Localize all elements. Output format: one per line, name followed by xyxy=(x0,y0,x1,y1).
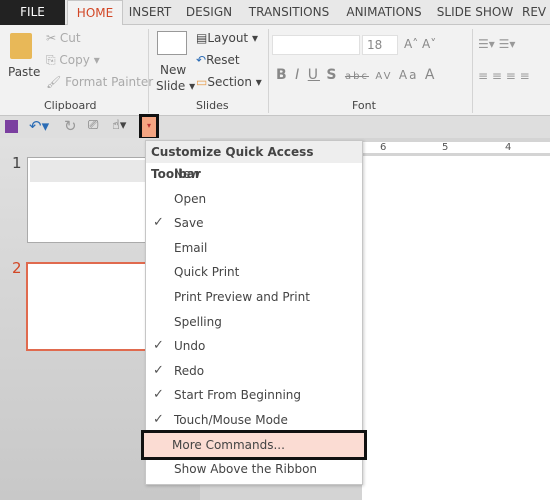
change-case-button[interactable]: Aa xyxy=(399,68,419,82)
thumbnail-preview xyxy=(30,160,145,182)
align-icons[interactable]: ≡ ≡ ≡ ≡ xyxy=(478,69,530,83)
menu-item-label: Redo xyxy=(174,363,205,378)
new-slide-icon xyxy=(157,31,187,55)
menu-item-label: Save xyxy=(174,216,204,231)
menu-title: Customize Quick Access Toolbar xyxy=(146,141,362,181)
save-icon[interactable] xyxy=(5,120,18,133)
redo-icon[interactable]: ↻ xyxy=(64,117,77,135)
menu-item-spelling[interactable]: Spelling xyxy=(146,310,362,334)
copy-button[interactable]: ⎘ Copy ▾ xyxy=(46,53,100,68)
ruler-tick: 4 xyxy=(505,142,512,153)
customize-qat-button[interactable]: ▾ xyxy=(139,114,159,140)
menu-item-label: Print Preview and Print xyxy=(174,290,310,304)
strikethrough-button[interactable]: abc xyxy=(345,71,369,82)
checkmark-icon: ✓ xyxy=(153,387,164,403)
slides-group-label: Slides xyxy=(196,99,229,112)
divider xyxy=(268,29,269,113)
touch-mode-icon[interactable]: ☝▾ xyxy=(112,118,126,133)
menu-item-label: New xyxy=(174,167,201,181)
divider xyxy=(472,29,473,113)
menu-item-label: Undo xyxy=(174,339,206,354)
slide-number: 1 xyxy=(12,154,22,172)
ribbon: Paste ✂ Cut ⎘ Copy ▾ 🖌 Format Painter Cl… xyxy=(0,25,550,116)
menu-item-label: Spelling xyxy=(174,314,222,329)
checkmark-icon: ✓ xyxy=(153,362,164,378)
tab-transitions[interactable]: TRANSITIONS xyxy=(243,0,335,25)
menu-item-quick-print[interactable]: Quick Print xyxy=(146,260,362,284)
cut-button[interactable]: ✂ Cut xyxy=(46,31,81,45)
section-icon: ▭ xyxy=(196,75,208,89)
customize-qat-menu: Customize Quick Access Toolbar New Open ✓ S… xyxy=(141,140,367,485)
menu-item-label: Show Above the Ribbon xyxy=(174,462,318,477)
menu-item-label: Touch/Mouse Mode xyxy=(174,413,288,427)
tab-review[interactable]: REV xyxy=(522,0,550,25)
horizontal-ruler: 6 5 4 xyxy=(362,142,550,153)
scissors-icon: ✂ xyxy=(46,31,60,45)
menu-item-start-from-beginning[interactable]: ✓ Start From Beginning xyxy=(146,383,362,407)
brush-icon: 🖌 xyxy=(46,75,66,89)
slide-thumbnail-2[interactable] xyxy=(26,262,156,351)
ruler-tick: 6 xyxy=(380,142,387,153)
bold-button[interactable]: B xyxy=(276,67,289,83)
quick-access-toolbar: ↶▾ ↻ ⎚ ☝▾ ▾ xyxy=(0,114,550,140)
divider xyxy=(148,29,149,113)
tab-animations[interactable]: ANIMATIONS xyxy=(340,0,428,25)
start-from-beginning-icon[interactable]: ⎚ xyxy=(88,118,98,133)
tab-file[interactable]: FILE xyxy=(0,0,65,25)
menu-item-touch-mouse-mode[interactable]: ✓ Touch/Mouse Mode xyxy=(146,408,362,432)
slide-canvas[interactable] xyxy=(362,156,550,500)
paste-icon xyxy=(10,33,32,59)
new-slide-button[interactable]: Slide ▾ xyxy=(156,79,195,93)
menu-item-label: Start From Beginning xyxy=(174,388,302,403)
tab-insert[interactable]: INSERT xyxy=(125,0,175,25)
tab-home[interactable]: HOME xyxy=(67,0,123,26)
reset-icon: ↶ xyxy=(196,53,207,67)
paste-button[interactable]: Paste xyxy=(8,65,40,79)
checkmark-icon: ✓ xyxy=(153,215,164,231)
menu-item-save[interactable]: ✓ Save xyxy=(146,211,362,235)
menu-item-show-above-the-ribbon[interactable]: Show Above the Ribbon xyxy=(146,457,362,481)
menu-item-redo[interactable]: ✓ Redo xyxy=(146,359,362,383)
font-size-input[interactable]: 18 xyxy=(362,35,398,55)
shadow-button[interactable]: S xyxy=(326,67,338,83)
font-group-label: Font xyxy=(352,99,376,112)
checkmark-icon: ✓ xyxy=(153,338,164,354)
bullets-icon[interactable]: ☰▾ ☰▾ xyxy=(478,37,515,51)
menu-item-more-commands[interactable]: More Commands... xyxy=(141,429,367,460)
underline-button[interactable]: U xyxy=(308,67,320,83)
slide-thumbnail-1[interactable] xyxy=(27,157,157,243)
checkmark-icon: ✓ xyxy=(153,412,164,427)
layout-icon: ▤ xyxy=(196,31,208,45)
copy-icon: ⎘ xyxy=(46,53,60,67)
ruler-tick: 5 xyxy=(442,142,449,153)
format-painter-button[interactable]: 🖌 Format Painter xyxy=(46,75,153,89)
slide-number: 2 xyxy=(12,259,22,277)
menu-item-email[interactable]: Email xyxy=(146,236,362,260)
grow-font-icon[interactable]: A˄ A˅ xyxy=(404,37,436,51)
tab-slide-show[interactable]: SLIDE SHOW xyxy=(434,0,516,25)
clipboard-group-label: Clipboard xyxy=(44,99,97,112)
menu-item-print-preview-and-print[interactable]: Print Preview and Print xyxy=(146,285,362,309)
spacing-button[interactable]: AV xyxy=(375,71,392,82)
menu-item-label: Email xyxy=(174,240,208,255)
new-slide-label[interactable]: New xyxy=(160,63,186,77)
section-button[interactable]: ▭Section ▾ xyxy=(196,75,262,89)
font-name-input[interactable] xyxy=(272,35,360,55)
menu-item-undo[interactable]: ✓ Undo xyxy=(146,334,362,358)
italic-button[interactable]: I xyxy=(295,67,301,83)
undo-icon[interactable]: ↶▾ xyxy=(29,117,49,135)
menu-item-label: More Commands... xyxy=(172,437,285,452)
layout-button[interactable]: ▤Layout ▾ xyxy=(196,31,258,45)
menu-item-label: Quick Print xyxy=(174,265,240,280)
menu-item-label: Open xyxy=(174,191,207,206)
ribbon-tabs: FILE HOME INSERT DESIGN TRANSITIONS ANIM… xyxy=(0,0,550,26)
menu-item-open[interactable]: Open xyxy=(146,187,362,211)
menu-item-new[interactable]: New xyxy=(146,162,362,186)
font-color-button[interactable]: A xyxy=(425,67,437,83)
tab-design[interactable]: DESIGN xyxy=(180,0,238,25)
reset-button[interactable]: ↶Reset xyxy=(196,53,240,67)
